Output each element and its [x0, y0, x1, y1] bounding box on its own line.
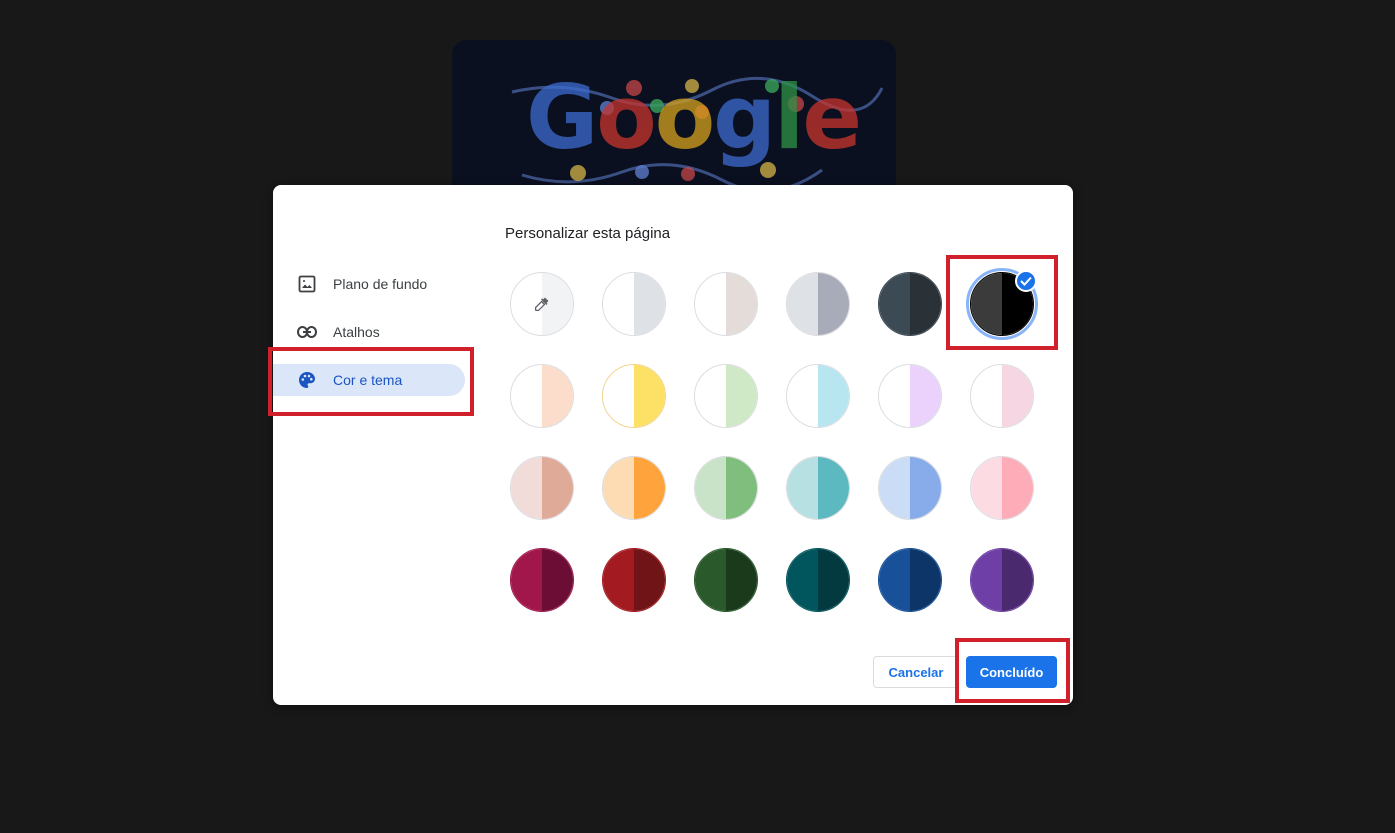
color-swatch[interactable] — [786, 456, 850, 520]
color-swatch[interactable] — [694, 456, 758, 520]
color-swatch[interactable] — [510, 364, 574, 428]
logo-letter: o — [654, 66, 715, 169]
nav-item-color-theme[interactable]: Cor e tema — [273, 364, 465, 396]
color-swatch[interactable] — [878, 548, 942, 612]
color-swatch[interactable] — [786, 364, 850, 428]
nav-item-label: Plano de fundo — [333, 276, 428, 292]
color-swatch[interactable] — [786, 548, 850, 612]
nav-item-label: Cor e tema — [333, 372, 403, 388]
logo-letter: l — [774, 66, 804, 169]
color-swatch[interactable] — [510, 456, 574, 520]
color-swatch[interactable] — [694, 364, 758, 428]
color-swatch[interactable] — [878, 364, 942, 428]
link-icon — [297, 322, 317, 342]
image-icon — [297, 274, 317, 294]
logo-letter: e — [802, 66, 862, 169]
color-swatch[interactable] — [602, 456, 666, 520]
color-swatch[interactable] — [694, 548, 758, 612]
google-logo: Google — [526, 74, 862, 162]
dialog-title: Personalizar esta página — [505, 225, 671, 242]
nav-item-background[interactable]: Plano de fundo — [273, 268, 465, 300]
nav-item-label: Atalhos — [333, 324, 380, 340]
color-swatch[interactable] — [970, 456, 1034, 520]
color-swatch[interactable] — [786, 272, 850, 336]
color-swatch[interactable] — [602, 272, 666, 336]
color-swatch[interactable] — [602, 548, 666, 612]
custom-color-swatch[interactable] — [510, 272, 574, 336]
logo-letter: G — [526, 66, 598, 169]
color-swatch[interactable] — [878, 456, 942, 520]
logo-letter: o — [596, 66, 656, 169]
color-swatch[interactable] — [602, 364, 666, 428]
color-swatch[interactable] — [878, 272, 942, 336]
eyedropper-icon — [534, 297, 549, 312]
customize-dialog: Personalizar esta página Plano de fundo … — [273, 185, 1073, 705]
color-swatch[interactable] — [970, 548, 1034, 612]
color-swatch[interactable] — [510, 548, 574, 612]
done-button[interactable]: Concluído — [966, 656, 1057, 688]
color-swatch[interactable] — [694, 272, 758, 336]
palette-icon — [297, 370, 317, 390]
cancel-button[interactable]: Cancelar — [873, 656, 959, 688]
check-icon — [1015, 270, 1037, 292]
logo-letter: g — [713, 66, 776, 169]
color-swatch[interactable] — [970, 364, 1034, 428]
nav-item-shortcuts[interactable]: Atalhos — [273, 316, 465, 348]
